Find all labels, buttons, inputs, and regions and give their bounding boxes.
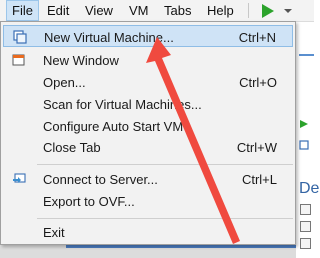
menu-item-label: Connect to Server...: [43, 172, 158, 187]
play-icon[interactable]: [262, 4, 274, 18]
background-tab[interactable]: [299, 40, 314, 56]
background-heading: De: [299, 180, 320, 197]
menu-item-label: New Virtual Machine...: [44, 30, 174, 45]
menu-vm[interactable]: VM: [124, 0, 154, 21]
menu-item-label: Open...: [43, 75, 86, 90]
menu-file[interactable]: File: [6, 0, 39, 21]
background-device-icon: [300, 204, 311, 215]
menu-item-open[interactable]: Open... Ctrl+O: [3, 71, 293, 93]
background-edit-icon[interactable]: [299, 138, 309, 150]
chevron-down-icon[interactable]: [284, 9, 292, 13]
menu-item-label: Export to OVF...: [43, 194, 135, 209]
menu-item-shortcut: Ctrl+W: [236, 140, 277, 155]
menu-separator: [37, 218, 293, 219]
menu-item-export-to-ovf[interactable]: Export to OVF...: [3, 190, 293, 212]
menu-item-shortcut: Ctrl+O: [239, 75, 277, 90]
menu-item-label: Exit: [43, 225, 65, 240]
background-play-icon[interactable]: [299, 117, 309, 128]
background-device-icon: [300, 221, 311, 232]
new-window-icon: [12, 53, 26, 67]
menubar-divider: [248, 3, 249, 18]
menu-item-shortcut: Ctrl+N: [238, 30, 276, 45]
menu-view[interactable]: View: [80, 0, 118, 21]
menu-item-new-virtual-machine[interactable]: New Virtual Machine... Ctrl+N: [3, 25, 293, 47]
menu-item-connect-to-server[interactable]: Connect to Server... Ctrl+L: [3, 168, 293, 190]
menu-item-label: Configure Auto Start VM: [43, 119, 184, 134]
menu-item-configure-auto-start-vm[interactable]: Configure Auto Start VM: [3, 115, 293, 137]
connect-server-icon: [12, 172, 26, 186]
toolbar-button[interactable]: [294, 0, 314, 22]
menu-item-label: New Window: [43, 53, 119, 68]
new-vm-icon: [13, 30, 27, 44]
menu-tabs[interactable]: Tabs: [159, 0, 196, 21]
menu-bar: File Edit View VM Tabs Help: [0, 0, 314, 22]
menu-item-exit[interactable]: Exit: [3, 221, 293, 243]
menu-item-close-tab[interactable]: Close Tab Ctrl+W: [3, 136, 293, 158]
background-device-icon: [300, 238, 311, 249]
menu-item-shortcut: Ctrl+L: [241, 172, 277, 187]
menu-item-scan-for-virtual-machines[interactable]: Scan for Virtual Machines...: [3, 93, 293, 115]
menu-help[interactable]: Help: [202, 0, 239, 21]
menu-item-new-window[interactable]: New Window: [3, 49, 293, 71]
menu-item-label: Scan for Virtual Machines...: [43, 97, 202, 112]
file-menu: New Virtual Machine... Ctrl+N New Window…: [0, 21, 296, 245]
menu-item-label: Close Tab: [43, 140, 101, 155]
menu-separator: [37, 164, 293, 165]
menu-edit[interactable]: Edit: [42, 0, 74, 21]
